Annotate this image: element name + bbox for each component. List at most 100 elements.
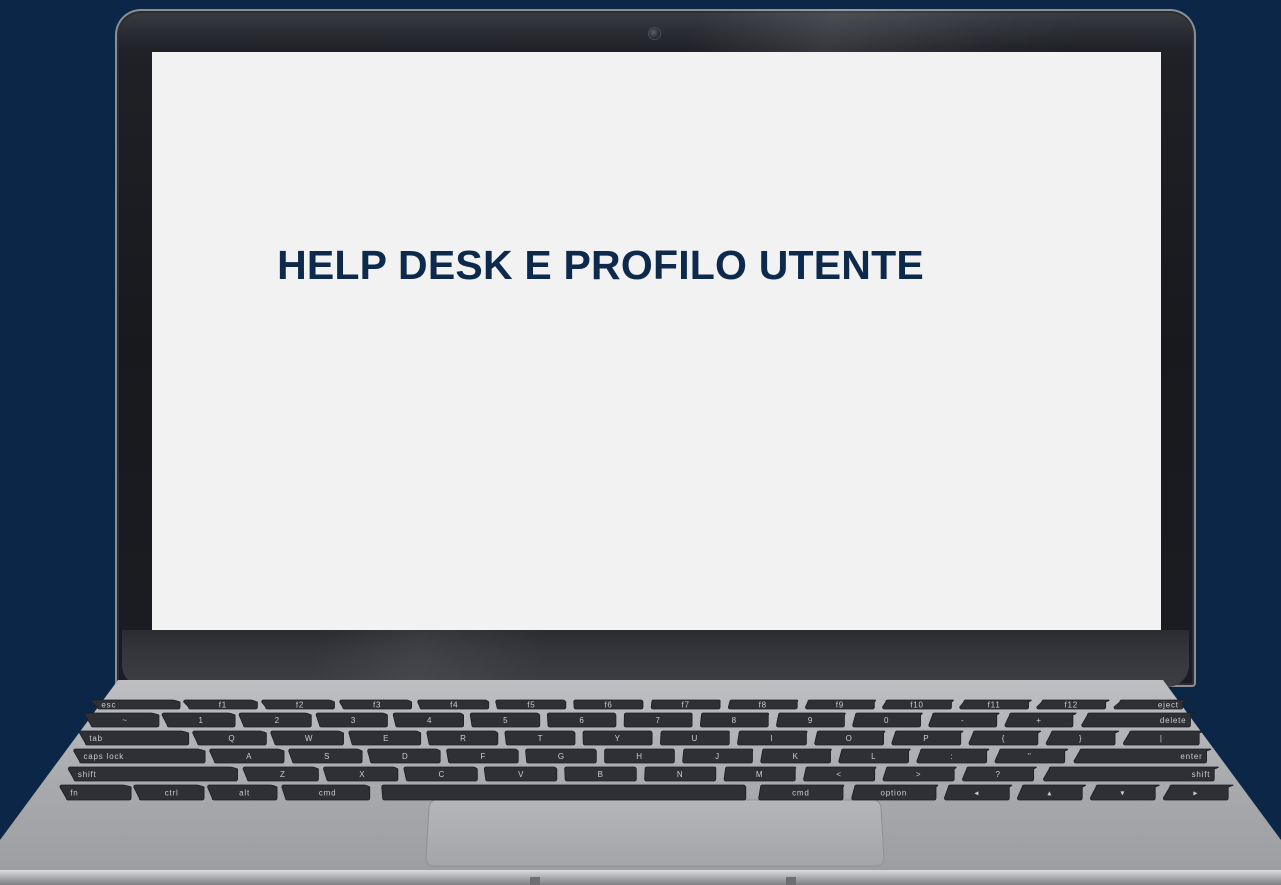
key[interactable]: f10: [882, 699, 954, 710]
key-label: E: [383, 734, 389, 743]
key[interactable]: |: [1122, 730, 1205, 746]
key[interactable]: X: [323, 766, 399, 782]
key[interactable]: U: [659, 730, 730, 746]
key[interactable]: A: [209, 748, 285, 764]
key-label: Q: [228, 734, 235, 743]
screen-title: HELP DESK E PROFILO UTENTE: [277, 242, 924, 288]
key[interactable]: E: [348, 730, 422, 746]
key[interactable]: shift: [1043, 766, 1219, 782]
key-label: option: [881, 789, 908, 798]
key[interactable]: f6: [573, 699, 644, 710]
key[interactable]: 4: [392, 712, 464, 728]
key[interactable]: 0: [852, 712, 923, 728]
key-label: G: [558, 752, 565, 761]
key[interactable]: Z: [242, 766, 319, 782]
key[interactable]: 3: [315, 712, 388, 728]
key[interactable]: :: [916, 748, 990, 764]
key[interactable]: L: [838, 748, 911, 764]
key[interactable]: option: [851, 784, 939, 801]
key-label: delete: [1160, 716, 1187, 725]
key[interactable]: f5: [495, 699, 567, 710]
key[interactable]: O: [814, 730, 886, 746]
key[interactable]: +: [1004, 712, 1077, 728]
key[interactable]: tab: [79, 730, 190, 746]
key[interactable]: W: [270, 730, 344, 746]
key[interactable]: D: [367, 748, 441, 764]
key[interactable]: f1: [183, 699, 258, 710]
key[interactable]: 2: [238, 712, 312, 728]
key[interactable]: 6: [546, 712, 617, 728]
key[interactable]: 8: [699, 712, 770, 728]
key[interactable]: N: [644, 766, 717, 782]
key[interactable]: ?: [962, 766, 1037, 782]
key[interactable]: ~: [84, 712, 160, 728]
key-label: Y: [615, 734, 621, 743]
key[interactable]: J: [682, 748, 754, 764]
key[interactable]: delete: [1081, 712, 1196, 728]
key[interactable]: }: [1045, 730, 1120, 746]
key[interactable]: V: [483, 766, 558, 782]
key[interactable]: eject: [1113, 699, 1188, 710]
key[interactable]: f11: [959, 699, 1032, 710]
key-label: S: [324, 752, 330, 761]
key-label: W: [305, 734, 313, 743]
key[interactable]: >: [882, 766, 957, 782]
key[interactable]: enter: [1073, 748, 1212, 764]
key[interactable]: ◂: [944, 784, 1013, 801]
key[interactable]: K: [760, 748, 832, 764]
key[interactable]: B: [564, 766, 637, 782]
key[interactable]: [381, 784, 747, 801]
key[interactable]: ": [994, 748, 1069, 764]
key[interactable]: H: [604, 748, 675, 764]
key[interactable]: alt: [207, 784, 278, 801]
key-label: ▸: [1193, 789, 1198, 798]
key[interactable]: ▸: [1162, 784, 1234, 801]
key[interactable]: T: [504, 730, 576, 746]
key[interactable]: P: [891, 730, 964, 746]
key-label: U: [692, 734, 699, 743]
key[interactable]: f3: [339, 699, 413, 710]
key[interactable]: M: [723, 766, 797, 782]
key-cap: [1122, 730, 1205, 746]
key[interactable]: 9: [776, 712, 846, 728]
key[interactable]: -: [928, 712, 1000, 728]
key[interactable]: esc: [91, 699, 181, 710]
key[interactable]: shift: [67, 766, 238, 782]
trackpad[interactable]: [425, 799, 885, 867]
key[interactable]: f2: [261, 699, 335, 710]
key[interactable]: f8: [727, 699, 799, 710]
key[interactable]: f4: [417, 699, 490, 710]
key[interactable]: cmd: [758, 784, 845, 801]
key-label: F: [481, 752, 487, 761]
key[interactable]: 7: [623, 712, 693, 728]
key[interactable]: f12: [1036, 699, 1110, 710]
key[interactable]: ctrl: [133, 784, 205, 801]
key[interactable]: cmd: [281, 784, 371, 801]
key[interactable]: Q: [192, 730, 267, 746]
key-label: ▾: [1120, 789, 1125, 798]
key[interactable]: 5: [469, 712, 541, 728]
key[interactable]: F: [446, 748, 519, 764]
key[interactable]: ▾: [1089, 784, 1160, 801]
key[interactable]: f7: [650, 699, 721, 710]
key[interactable]: 1: [161, 712, 236, 728]
key-label: P: [923, 734, 929, 743]
key[interactable]: fn: [59, 784, 132, 801]
key[interactable]: {: [968, 730, 1042, 746]
key-label: f9: [836, 701, 844, 710]
key[interactable]: S: [288, 748, 363, 764]
key-label: ": [1028, 752, 1032, 761]
key[interactable]: ▴: [1016, 784, 1086, 801]
key[interactable]: I: [737, 730, 808, 746]
key[interactable]: R: [426, 730, 499, 746]
key[interactable]: Y: [582, 730, 653, 746]
deck-notch-left: [530, 877, 540, 885]
key-label: >: [916, 770, 921, 779]
key[interactable]: C: [403, 766, 478, 782]
key-cap: [381, 784, 747, 801]
key-label: 1: [199, 716, 204, 725]
key[interactable]: caps lock: [73, 748, 206, 764]
key[interactable]: f9: [805, 699, 876, 710]
key[interactable]: <: [803, 766, 877, 782]
key[interactable]: G: [525, 748, 597, 764]
